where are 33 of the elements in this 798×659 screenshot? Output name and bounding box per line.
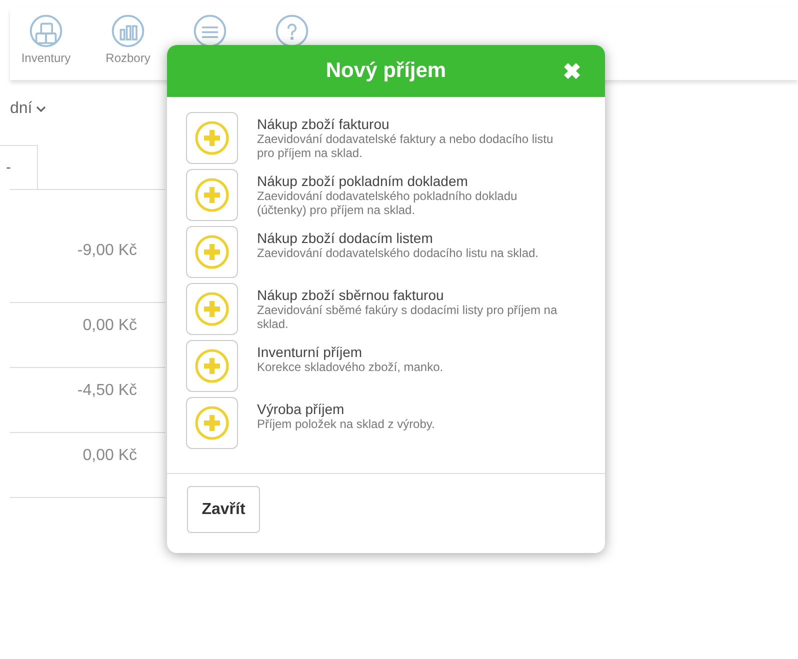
- menu-icon: [193, 14, 227, 48]
- add-button[interactable]: [186, 340, 238, 392]
- add-button[interactable]: [186, 169, 238, 221]
- option-description: Zaevidování dodavatelské faktury a nebo dodacího listu pro příjem na sklad.: [257, 132, 554, 160]
- option-description: Zaevidování dodavatelského dodacího listu na sklad.: [257, 246, 540, 260]
- add-button[interactable]: [186, 226, 238, 278]
- amount: -9,00 Kč: [77, 242, 137, 261]
- option-title[interactable]: Nákup zboží fakturou: [257, 116, 569, 132]
- add-button[interactable]: [186, 112, 238, 164]
- bar-chart-icon: [111, 14, 145, 48]
- add-button[interactable]: [186, 283, 238, 335]
- option-title[interactable]: Nákup zboží pokladním dokladem: [257, 173, 569, 189]
- caret-icon: [36, 106, 46, 112]
- filter-dropdown[interactable]: dní: [10, 100, 46, 118]
- option-title[interactable]: Nákup zboží sběrnou fakturou: [257, 287, 569, 303]
- amount: 0,00 Kč: [82, 317, 137, 336]
- option-title[interactable]: Inventurní příjem: [257, 344, 569, 360]
- amount: -4,50 Kč: [77, 382, 137, 401]
- tab[interactable]: -: [0, 145, 38, 189]
- nav-item[interactable]: Inventury: [10, 8, 82, 80]
- nav-item[interactable]: Rozbory: [92, 8, 164, 80]
- option-description: Korekce skladového zboží, manko.: [257, 360, 444, 374]
- boxes-icon: [29, 14, 63, 48]
- option-title[interactable]: Nákup zboží dodacím listem: [257, 230, 569, 246]
- option-description: Zaevidování dodavatelského pokladního dokladu (účtenky) pro příjem na sklad.: [257, 189, 518, 217]
- option-title[interactable]: Výroba příjem: [257, 401, 569, 417]
- add-button[interactable]: [186, 397, 238, 449]
- option-description: Zaevidování sběmé fakúry s dodacími listy pro příjem na sklad.: [257, 303, 558, 331]
- amount: 0,00 Kč: [82, 447, 137, 466]
- dialog-title: Nový příjem: [326, 59, 446, 83]
- help-icon: [275, 14, 309, 48]
- option-description: Příjem položek na sklad z výroby.: [257, 417, 436, 431]
- close-button[interactable]: Zavřít: [187, 486, 260, 533]
